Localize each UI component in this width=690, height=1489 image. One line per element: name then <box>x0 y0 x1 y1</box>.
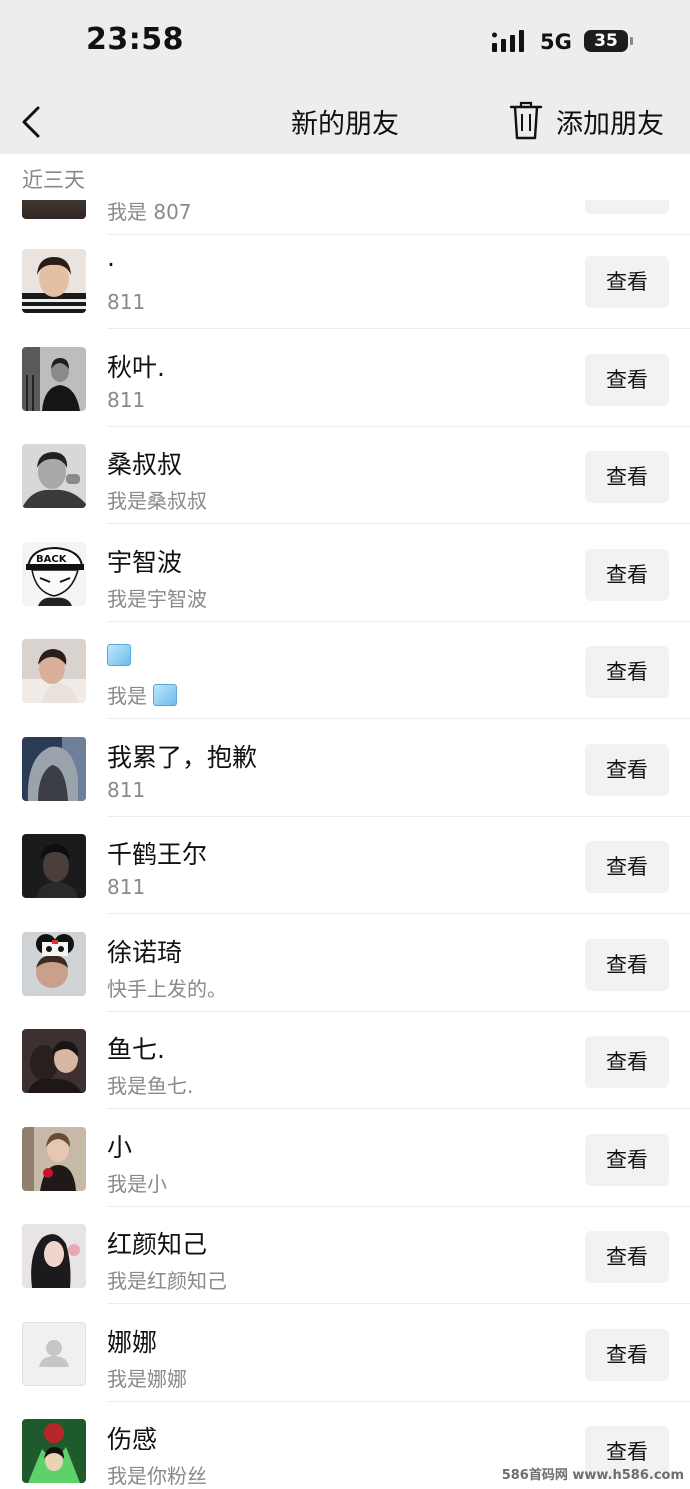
avatar[interactable] <box>22 1419 86 1483</box>
friend-name <box>107 640 131 669</box>
list-item[interactable]: 我累了，抱歉 811 查看 <box>0 720 690 817</box>
friend-name: 我累了，抱歉 <box>107 743 258 772</box>
request-message: 811 <box>107 875 146 899</box>
view-button[interactable]: 查看 <box>585 200 669 214</box>
status-time: 23:58 <box>86 22 184 57</box>
avatar[interactable]: BACK <box>22 542 86 606</box>
network-type: 5G <box>540 30 572 54</box>
avatar[interactable] <box>22 1029 86 1093</box>
list-item[interactable]: 鱼七. 我是鱼七. 查看 <box>0 1012 690 1109</box>
list-item[interactable]: 我是 查看 <box>0 622 690 719</box>
request-message: 我是小 <box>107 1172 167 1196</box>
list-item[interactable]: 我是 807 查看 <box>0 200 690 235</box>
view-button[interactable]: 查看 <box>585 646 669 698</box>
list-item[interactable]: 千鹤王尔 811 查看 <box>0 817 690 914</box>
avatar[interactable] <box>22 1127 86 1191</box>
avatar[interactable] <box>22 639 86 703</box>
list-item[interactable]: 桑叔叔 我是桑叔叔 查看 <box>0 427 690 524</box>
request-message: 快手上发的。 <box>107 977 227 1001</box>
friend-name: 徐诺琦 <box>107 938 183 967</box>
friend-name: 千鹤王尔 <box>107 840 208 869</box>
signal-icon <box>492 30 524 52</box>
request-message: 我是桑叔叔 <box>107 489 207 513</box>
view-button[interactable]: 查看 <box>585 354 669 406</box>
battery-icon: 35 <box>584 30 628 52</box>
avatar[interactable] <box>22 249 86 313</box>
list-item[interactable]: 红颜知己 我是红颜知己 查看 <box>0 1207 690 1304</box>
list-item[interactable]: 娜娜 我是娜娜 查看 <box>0 1305 690 1402</box>
friend-name: · <box>107 250 115 279</box>
request-message: 我是 <box>107 680 178 709</box>
friend-name: 鱼七. <box>107 1035 165 1064</box>
view-button[interactable]: 查看 <box>585 1329 669 1381</box>
section-header: 近三天 <box>0 154 690 200</box>
ice-cube-emoji-icon <box>153 684 178 706</box>
divider <box>107 523 690 524</box>
svg-text:BACK: BACK <box>36 554 68 565</box>
view-button[interactable]: 查看 <box>585 451 669 503</box>
view-button[interactable]: 查看 <box>585 549 669 601</box>
nav-bar: 新的朋友 添加朋友 <box>0 88 690 154</box>
avatar[interactable] <box>22 1224 86 1288</box>
friend-request-list: 我是 807 查看 · 811 查看 <box>0 200 690 1489</box>
add-friend-button[interactable]: 添加朋友 <box>556 102 664 141</box>
divider <box>107 1303 690 1304</box>
divider <box>107 328 690 329</box>
request-message: 811 <box>107 778 146 802</box>
view-button[interactable]: 查看 <box>585 256 669 308</box>
request-message: 我是宇智波 <box>107 587 207 611</box>
request-message: 我是红颜知己 <box>107 1269 227 1293</box>
request-message: 我是娜娜 <box>107 1367 187 1391</box>
request-message: 我是鱼七. <box>107 1074 194 1098</box>
avatar[interactable] <box>22 444 86 508</box>
view-button[interactable]: 查看 <box>585 1134 669 1186</box>
view-button[interactable]: 查看 <box>585 841 669 893</box>
list-item[interactable]: · 811 查看 <box>0 232 690 329</box>
avatar[interactable] <box>22 737 86 801</box>
friend-name: 小 <box>107 1133 133 1162</box>
request-message: 811 <box>107 290 146 314</box>
avatar[interactable] <box>22 347 86 411</box>
friend-name: 秋叶. <box>107 353 165 382</box>
list-item[interactable]: 秋叶. 811 查看 <box>0 330 690 427</box>
list-item[interactable]: BACK 宇智波 我是宇智波 查看 <box>0 525 690 622</box>
friend-name: 宇智波 <box>107 548 183 577</box>
trash-icon[interactable] <box>508 98 544 142</box>
friend-name: 伤感 <box>107 1425 158 1454</box>
view-button[interactable]: 查看 <box>585 1231 669 1283</box>
friend-name: 红颜知己 <box>107 1230 208 1259</box>
divider <box>107 913 690 914</box>
request-message: 我是你粉丝 <box>107 1464 207 1488</box>
battery-level: 35 <box>594 31 618 51</box>
view-button[interactable]: 查看 <box>585 939 669 991</box>
divider <box>107 718 690 719</box>
avatar[interactable] <box>22 200 86 219</box>
back-icon[interactable] <box>14 102 50 142</box>
friend-name: 桑叔叔 <box>107 450 183 479</box>
avatar[interactable] <box>22 932 86 996</box>
section-label: 近三天 <box>22 168 85 192</box>
default-avatar-icon[interactable] <box>22 1322 86 1386</box>
friend-name: 娜娜 <box>107 1328 158 1357</box>
battery-tip <box>630 37 633 45</box>
view-button[interactable]: 查看 <box>585 1036 669 1088</box>
view-button[interactable]: 查看 <box>585 744 669 796</box>
avatar[interactable] <box>22 834 86 898</box>
status-bar: 23:58 5G 35 <box>0 0 690 88</box>
list-item[interactable]: 徐诺琦 快手上发的。 查看 <box>0 915 690 1012</box>
list-item[interactable]: 小 我是小 查看 <box>0 1110 690 1207</box>
divider <box>107 1108 690 1109</box>
watermark: 586首码网 www.h586.com <box>501 1468 684 1483</box>
ice-cube-emoji-icon <box>107 644 131 666</box>
request-message: 我是 807 <box>107 200 192 224</box>
request-message: 811 <box>107 388 146 412</box>
